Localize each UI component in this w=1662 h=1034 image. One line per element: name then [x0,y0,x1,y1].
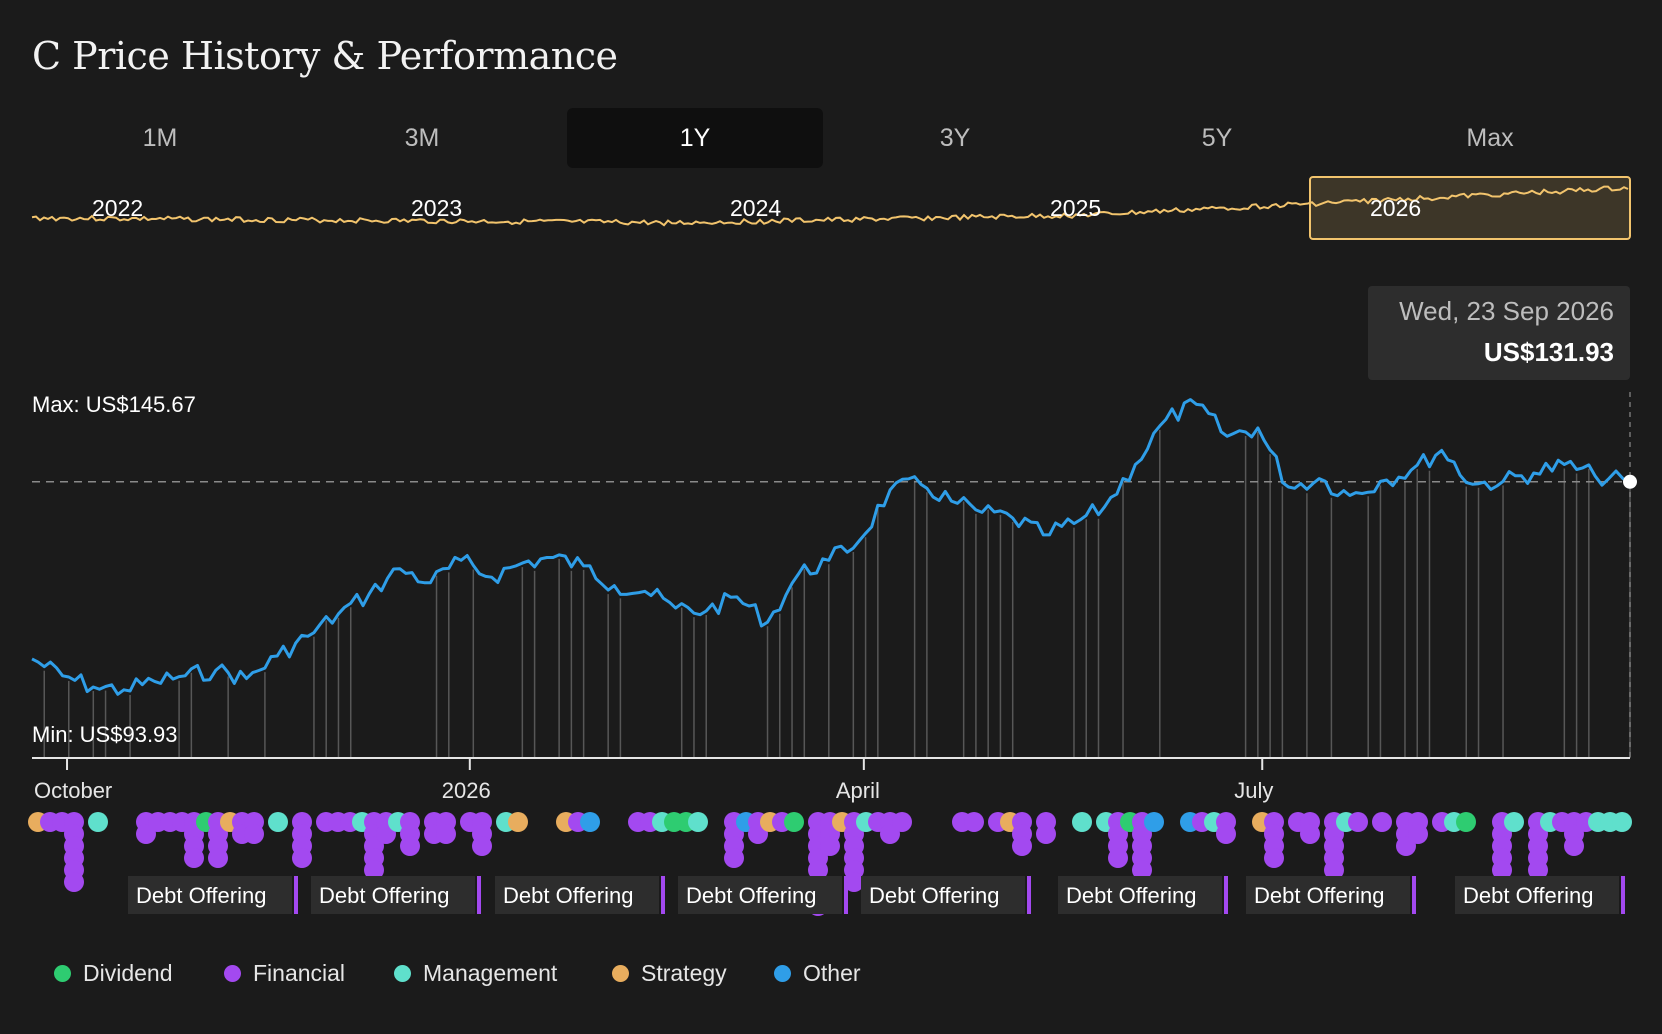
callout-bar [1027,876,1031,914]
price-line [31,398,1631,696]
legend-item-management[interactable]: Management [394,960,557,992]
event-marker [508,812,528,832]
callout-bar [1621,876,1625,914]
price-chart[interactable]: October 2026 April July Max: US$145.67 Min:… [0,0,1662,1034]
event-marker [88,812,108,832]
event-marker [1036,824,1056,844]
legend-label: Strategy [641,960,727,986]
event-marker [820,836,840,856]
legend-item-other[interactable]: Other [774,960,861,992]
event-marker [688,812,708,832]
callout-label: Debt Offering [686,883,816,908]
event-marker [892,812,912,832]
x-tick-label: October [34,778,112,803]
event-callouts: Debt Offering Debt Offering Debt Offering D… [128,876,1625,914]
event-marker [1072,812,1092,832]
event-marker [1348,812,1368,832]
callout-label: Debt Offering [1254,883,1384,908]
min-label: Min: US$93.93 [32,722,178,747]
event-marker [184,848,204,868]
event-marker [400,836,420,856]
event-marker [1456,812,1476,832]
event-marker [580,812,600,832]
callout-label: Debt Offering [869,883,999,908]
legend-label: Financial [253,960,346,986]
event-marker [1108,848,1128,868]
callout-label: Debt Offering [136,883,266,908]
event-marker [784,812,804,832]
event-marker [1612,812,1632,832]
tooltip-date: Wed, 23 Sep 2026 [1399,296,1614,326]
legend-label: Dividend [83,960,173,986]
callout-bar [661,876,665,914]
cursor-dot [1623,474,1637,489]
callout-label: Debt Offering [1463,883,1593,908]
callout-bar [1224,876,1228,914]
event-marker [292,848,312,868]
event-marker [64,872,84,892]
callout-bar [477,876,481,914]
price-tooltip: Wed, 23 Sep 2026 US$131.93 [1368,286,1630,380]
callout-bar [294,876,298,914]
legend-item-financial[interactable]: Financial [224,960,345,992]
callout-bar [844,876,848,914]
volume-spikes [43,429,1631,758]
dot-icon [54,965,71,982]
event-marker [208,848,228,868]
event-marker [472,836,492,856]
x-tick-label: 2026 [442,778,491,803]
event-marker [1564,836,1584,856]
x-tick-label: July [1234,778,1273,803]
legend-label: Management [423,960,558,986]
event-marker [1144,812,1164,832]
event-marker [244,824,264,844]
event-marker [1216,824,1236,844]
dot-icon [394,965,411,982]
legend-label: Other [803,960,861,986]
callout-bar [1412,876,1416,914]
event-marker [1264,848,1284,868]
x-tick-label: April [836,778,880,803]
callout-label: Debt Offering [503,883,633,908]
tooltip-price: US$131.93 [1483,337,1614,367]
legend-item-dividend[interactable]: Dividend [54,960,173,992]
dot-icon [612,965,629,982]
dot-icon [774,965,791,982]
event-marker [724,848,744,868]
event-marker [1408,824,1428,844]
event-marker [1012,836,1032,856]
callout-label: Debt Offering [319,883,449,908]
event-marker [1300,824,1320,844]
event-marker [1372,812,1392,832]
event-marker [268,812,288,832]
legend-item-strategy[interactable]: Strategy [612,960,727,992]
event-marker [436,824,456,844]
event-marker [964,812,984,832]
event-marker [1504,812,1524,832]
x-axis-ticks: October 2026 April July [34,758,1273,803]
dot-icon [224,965,241,982]
max-label: Max: US$145.67 [32,392,196,417]
callout-label: Debt Offering [1066,883,1196,908]
